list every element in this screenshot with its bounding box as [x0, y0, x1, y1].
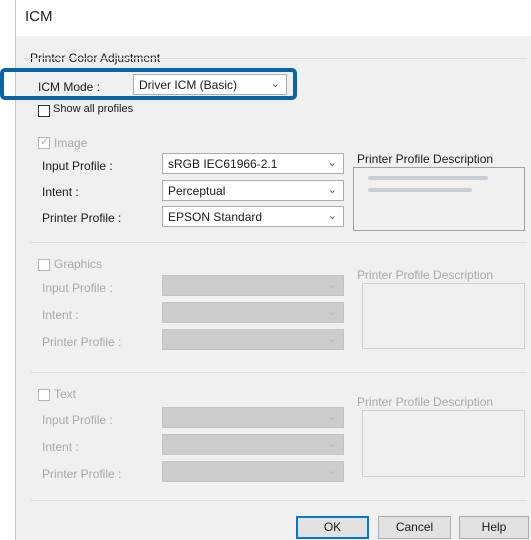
graphics-printer-profile-label: Printer Profile : [42, 335, 122, 349]
image-intent-value: Perceptual [168, 184, 226, 198]
graphics-input-profile-dropdown[interactable]: ⌄ [162, 275, 344, 296]
image-description-box [353, 167, 525, 231]
ok-button[interactable]: OK [296, 516, 369, 539]
chevron-down-icon: ⌄ [327, 279, 337, 291]
checkmark-icon: ✓ [40, 136, 50, 148]
image-printer-profile-dropdown[interactable]: EPSON Standard ⌄ [162, 206, 344, 227]
graphics-intent-label: Intent : [42, 308, 79, 322]
chevron-down-icon: ⌄ [327, 438, 337, 450]
graphics-label: Graphics [54, 257, 103, 271]
chevron-down-icon: ⌄ [327, 157, 337, 169]
chevron-down-icon: ⌄ [327, 333, 337, 345]
text-input-profile-label: Input Profile : [42, 413, 113, 427]
graphics-description-label: Printer Profile Description [357, 268, 494, 282]
image-description-label: Printer Profile Description [357, 152, 494, 166]
text-checkbox[interactable] [38, 389, 50, 401]
image-checkbox[interactable]: ✓ [38, 136, 50, 149]
window-title: ICM [25, 8, 53, 25]
image-label: Image [54, 136, 88, 150]
text-input-profile-dropdown[interactable]: ⌄ [162, 407, 344, 428]
image-intent-label: Intent : [42, 185, 79, 199]
title-bar: ICM [16, 0, 531, 36]
chevron-down-icon: ⌄ [327, 210, 337, 222]
chevron-down-icon: ⌄ [327, 306, 337, 318]
graphics-checkbox[interactable] [38, 259, 50, 271]
chevron-down-icon: ⌄ [327, 184, 337, 196]
image-printer-profile-value: EPSON Standard [168, 210, 263, 224]
group-divider [24, 58, 527, 60]
image-printer-profile-label: Printer Profile : [42, 211, 122, 225]
text-printer-profile-label: Printer Profile : [42, 467, 122, 481]
text-intent-label: Intent : [42, 440, 79, 454]
text-description-label: Printer Profile Description [357, 395, 494, 409]
cancel-button[interactable]: Cancel [378, 516, 451, 539]
blurred-text [368, 188, 472, 192]
text-description-box [362, 410, 525, 477]
chevron-down-icon: ⌄ [327, 465, 337, 477]
image-input-profile-dropdown[interactable]: sRGB IEC61966-2.1 ⌄ [162, 153, 344, 174]
graphics-group-divider [30, 372, 527, 374]
image-input-profile-label: Input Profile : [42, 159, 113, 173]
image-intent-dropdown[interactable]: Perceptual ⌄ [162, 180, 344, 201]
graphics-description-box [362, 283, 525, 349]
show-all-profiles-label: Show all profiles [53, 103, 134, 115]
graphics-printer-profile-dropdown[interactable]: ⌄ [162, 329, 344, 350]
icm-mode-highlight [0, 68, 297, 100]
text-intent-dropdown[interactable]: ⌄ [162, 434, 344, 455]
show-all-profiles-checkbox[interactable] [38, 105, 50, 117]
graphics-input-profile-label: Input Profile : [42, 281, 113, 295]
text-group-divider [30, 500, 527, 502]
graphics-intent-dropdown[interactable]: ⌄ [162, 302, 344, 323]
text-printer-profile-dropdown[interactable]: ⌄ [162, 461, 344, 482]
chevron-down-icon: ⌄ [327, 411, 337, 423]
text-label: Text [54, 387, 77, 401]
help-button[interactable]: Help [459, 516, 529, 539]
image-input-profile-value: sRGB IEC61966-2.1 [168, 157, 278, 171]
blurred-text [368, 176, 488, 180]
